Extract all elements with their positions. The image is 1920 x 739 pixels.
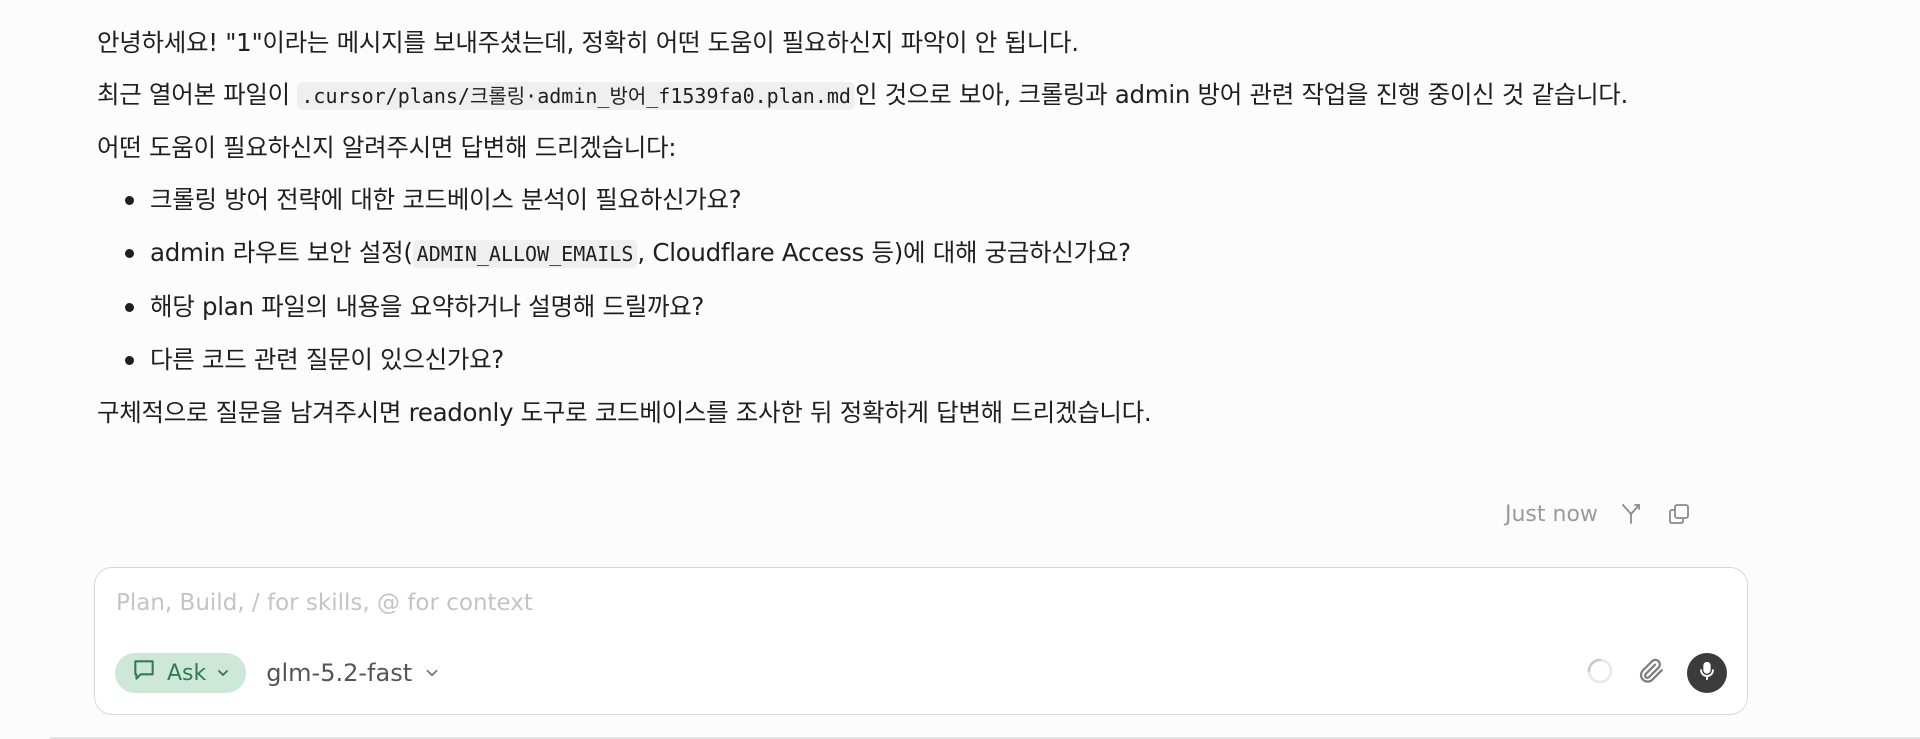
recent-file-path: .cursor/plans/크롤링·admin_방어_f1539fa0.plan… (297, 82, 855, 110)
list-item-text: 크롤링 방어 전략에 대한 코드베이스 분석이 필요하신가요? (150, 185, 742, 214)
assistant-message: 안녕하세요! "1"이라는 메시지를 보내주셨는데, 정확히 어떤 도움이 필요… (97, 22, 1717, 444)
message-meta-row: Just now (1505, 496, 1694, 532)
composer-toolbar: Ask glm-5.2-fast (115, 652, 1727, 694)
list-item: admin 라우트 보안 설정(ADMIN_ALLOW_EMAILS, Clou… (97, 232, 1717, 275)
attach-icon[interactable] (1635, 655, 1667, 691)
bullet-icon (125, 303, 134, 312)
model-label: glm-5.2-fast (266, 659, 413, 687)
chevron-down-icon (424, 659, 440, 687)
mode-label: Ask (167, 660, 207, 686)
list-item-text-prefix: admin 라우트 보안 설정( (150, 238, 413, 267)
recent-file-suffix: 인 것으로 보아, 크롤링과 admin 방어 관련 작업을 진행 중이신 것 … (854, 80, 1629, 109)
composer-input[interactable]: Plan, Build, / for skills, @ for context (116, 590, 533, 616)
copy-icon[interactable] (1664, 499, 1694, 529)
help-options-list: 크롤링 방어 전략에 대한 코드베이스 분석이 필요하신가요? admin 라우… (97, 179, 1717, 381)
bullet-icon (125, 356, 134, 365)
list-item-text: 다른 코드 관련 질문이 있으신가요? (150, 345, 505, 374)
list-item-text-suffix: , Cloudflare Access 등)에 대해 궁금하신가요? (637, 238, 1131, 267)
mode-selector-button[interactable]: Ask (115, 653, 247, 693)
message-paragraph-intro: 어떤 도움이 필요하신지 알려주시면 답변해 드리겠습니다: (97, 133, 677, 162)
message-paragraph-greeting: 안녕하세요! "1"이라는 메시지를 보내주셨는데, 정확히 어떤 도움이 필요… (97, 28, 1079, 57)
message-paragraph-closing: 구체적으로 질문을 남겨주시면 readonly 도구로 코드베이스를 조사한 … (97, 398, 1152, 427)
microphone-button[interactable] (1687, 653, 1727, 693)
bullet-icon (125, 196, 134, 205)
chevron-down-icon (216, 661, 230, 686)
message-paragraph-recent-file: 최근 열어본 파일이 .cursor/plans/크롤링·admin_방어_f1… (97, 74, 1717, 117)
composer-right-tools (1585, 653, 1727, 693)
model-selector[interactable]: glm-5.2-fast (266, 659, 440, 687)
chat-view: 안녕하세요! "1"이라는 메시지를 보내주셨는데, 정확히 어떤 도움이 필요… (0, 0, 1920, 739)
bullet-icon (125, 249, 134, 258)
message-timestamp: Just now (1505, 501, 1598, 527)
inline-code: ADMIN_ALLOW_EMAILS (412, 240, 638, 268)
list-item: 해당 plan 파일의 내용을 요약하거나 설명해 드릴까요? (97, 286, 1717, 328)
loading-spinner-icon (1585, 656, 1615, 690)
chat-bubble-icon (131, 657, 157, 689)
chat-composer[interactable]: Plan, Build, / for skills, @ for context… (94, 567, 1748, 715)
recent-file-prefix: 최근 열어본 파일이 (97, 80, 298, 109)
list-item-text: 해당 plan 파일의 내용을 요약하거나 설명해 드릴까요? (150, 292, 705, 321)
branch-icon[interactable] (1616, 499, 1646, 529)
list-item: 크롤링 방어 전략에 대한 코드베이스 분석이 필요하신가요? (97, 179, 1717, 221)
list-item: 다른 코드 관련 질문이 있으신가요? (97, 339, 1717, 381)
microphone-icon (1696, 660, 1718, 686)
